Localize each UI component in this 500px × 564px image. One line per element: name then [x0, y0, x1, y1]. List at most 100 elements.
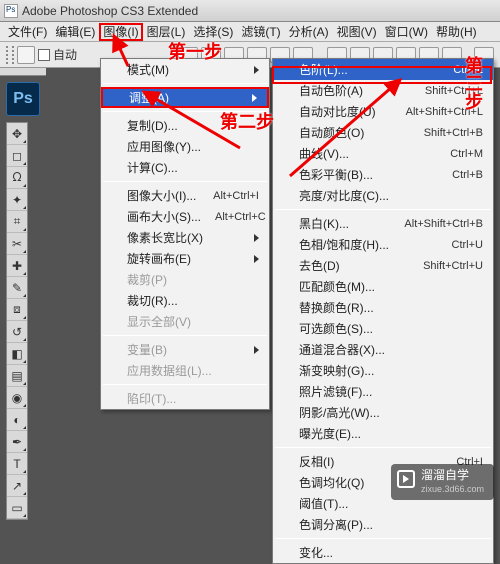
tool-stamp[interactable]: ⧈	[7, 299, 27, 321]
menu-item-label: 阈值(T)...	[299, 495, 348, 512]
tool-crop[interactable]: ⌗	[7, 211, 27, 233]
shortcut-label: Alt+Ctrl+I	[199, 190, 259, 202]
menu-item-label: 色阶(L)...	[299, 61, 348, 78]
grip-icon	[6, 46, 14, 64]
watermark-line2: zixue.3d66.com	[421, 482, 484, 496]
menu-item[interactable]: 应用图像(Y)...	[101, 136, 269, 157]
tool-type[interactable]: T	[7, 453, 27, 475]
shortcut-label: Ctrl+U	[438, 239, 483, 251]
menu-item-label: 匹配颜色(M)...	[299, 278, 375, 295]
menu-item-label: 陷印(T)...	[127, 390, 176, 407]
tool-move[interactable]: ✥	[7, 123, 27, 145]
tool-slice[interactable]: ✂	[7, 233, 27, 255]
menu-item[interactable]: 画布大小(S)...Alt+Ctrl+C	[101, 206, 269, 227]
separator	[103, 83, 267, 84]
menu-item[interactable]: 匹配颜色(M)...	[273, 276, 493, 297]
shortcut-label: Shift+Ctrl+B	[410, 127, 483, 139]
menu-item[interactable]: 渐变映射(G)...	[273, 360, 493, 381]
menu-文件(F)[interactable]: 文件(F)	[4, 23, 51, 41]
menu-item: 显示全部(V)	[101, 311, 269, 332]
menu-item[interactable]: 自动颜色(O)Shift+Ctrl+B	[273, 122, 493, 143]
tool-marquee[interactable]: ◻	[7, 145, 27, 167]
titlebar: Adobe Photoshop CS3 Extended	[0, 0, 500, 22]
menu-item[interactable]: 像素长宽比(X)	[101, 227, 269, 248]
tool-dodge[interactable]: ◐	[7, 409, 27, 431]
menu-图像(I)[interactable]: 图像(I)	[99, 23, 142, 41]
menu-item-label: 复制(D)...	[127, 117, 178, 134]
shortcut-label: Ctrl+L	[439, 64, 483, 76]
menu-帮助(H)[interactable]: 帮助(H)	[432, 23, 481, 41]
menu-item[interactable]: 色彩平衡(B)...Ctrl+B	[273, 164, 493, 185]
menu-item-label: 自动色阶(A)	[299, 82, 363, 99]
menu-item-label: 色调分离(P)...	[299, 516, 373, 533]
menu-图层(L)[interactable]: 图层(L)	[143, 23, 190, 41]
menu-item-label: 曲线(V)...	[299, 145, 349, 162]
menu-item[interactable]: 模式(M)	[101, 59, 269, 80]
submenu-arrow-icon	[254, 255, 259, 263]
menu-item[interactable]: 调整(A)	[101, 87, 269, 108]
menu-分析(A)[interactable]: 分析(A)	[285, 23, 333, 41]
menu-item-label: 裁剪(P)	[127, 271, 167, 288]
shortcut-label: Alt+Ctrl+C	[201, 211, 266, 223]
tool-wand[interactable]: ✦	[7, 189, 27, 211]
menu-item[interactable]: 计算(C)...	[101, 157, 269, 178]
menu-item[interactable]: 可选颜色(S)...	[273, 318, 493, 339]
ps-logo-icon: Ps	[6, 82, 40, 116]
menu-item[interactable]: 照片滤镜(F)...	[273, 381, 493, 402]
menu-item-label: 变量(B)	[127, 341, 167, 358]
menu-视图(V)[interactable]: 视图(V)	[333, 23, 381, 41]
tool-lasso[interactable]: ᘯ	[7, 167, 27, 189]
menu-item[interactable]: 复制(D)...	[101, 115, 269, 136]
menu-item[interactable]: 黑白(K)...Alt+Shift+Ctrl+B	[273, 213, 493, 234]
menu-item: 变量(B)	[101, 339, 269, 360]
submenu-arrow-icon	[254, 234, 259, 242]
tool-history[interactable]: ↺	[7, 321, 27, 343]
menu-item[interactable]: 阴影/高光(W)...	[273, 402, 493, 423]
menu-选择(S)[interactable]: 选择(S)	[189, 23, 237, 41]
menu-item-label: 应用数据组(L)...	[127, 362, 212, 379]
tool-blur[interactable]: ◉	[7, 387, 27, 409]
menu-item-label: 照片滤镜(F)...	[299, 383, 372, 400]
menu-编辑(E)[interactable]: 编辑(E)	[51, 23, 99, 41]
menu-item[interactable]: 旋转画布(E)	[101, 248, 269, 269]
menu-item[interactable]: 替换颜色(R)...	[273, 297, 493, 318]
menu-item[interactable]: 自动对比度(U) Alt+Shift+Ctrl+L	[273, 101, 493, 122]
menu-item[interactable]: 色相/饱和度(H)...Ctrl+U	[273, 234, 493, 255]
menu-item: 陷印(T)...	[101, 388, 269, 409]
tool-pen[interactable]: ✒	[7, 431, 27, 453]
menu-item[interactable]: 去色(D)Shift+Ctrl+U	[273, 255, 493, 276]
menu-item[interactable]: 曲线(V)...Ctrl+M	[273, 143, 493, 164]
menu-item[interactable]: 色阶(L)... Ctrl+L	[273, 59, 493, 80]
menu-item[interactable]: 色调分离(P)...	[273, 514, 493, 535]
tool-eraser[interactable]: ◧	[7, 343, 27, 365]
auto-checkbox[interactable]	[38, 49, 50, 61]
submenu-arrow-icon	[254, 66, 259, 74]
menu-item[interactable]: 亮度/对比度(C)...	[273, 185, 493, 206]
shortcut-label: Alt+Shift+Ctrl+L	[392, 106, 483, 118]
menu-窗口(W)[interactable]: 窗口(W)	[381, 23, 432, 41]
tool-preset-button[interactable]	[17, 46, 35, 64]
shortcut-label: Shift+Ctrl+L	[411, 85, 483, 97]
separator	[103, 111, 267, 112]
menu-item[interactable]: 变化...	[273, 542, 493, 563]
menu-item-label: 自动对比度(U)	[299, 103, 376, 120]
toolbox: ✥◻ᘯ✦⌗✂✚✎⧈↺◧▤◉◐✒T↗▭	[6, 122, 28, 520]
menubar: 文件(F)编辑(E)图像(I)图层(L)选择(S)滤镜(T)分析(A)视图(V)…	[0, 22, 500, 42]
menu-item[interactable]: 自动色阶(A) Shift+Ctrl+L	[273, 80, 493, 101]
separator	[275, 447, 491, 448]
separator	[103, 335, 267, 336]
menu-item[interactable]: 通道混合器(X)...	[273, 339, 493, 360]
menu-item[interactable]: 裁切(R)...	[101, 290, 269, 311]
tool-path[interactable]: ↗	[7, 475, 27, 497]
menu-滤镜(T)[interactable]: 滤镜(T)	[237, 23, 284, 41]
menu-item[interactable]: 图像大小(I)...Alt+Ctrl+I	[101, 185, 269, 206]
tool-gradient[interactable]: ▤	[7, 365, 27, 387]
menu-item-label: 显示全部(V)	[127, 313, 191, 330]
separator	[103, 181, 267, 182]
menu-item-label: 色调均化(Q)	[299, 474, 364, 491]
tool-brush[interactable]: ✎	[7, 277, 27, 299]
menu-item[interactable]: 曝光度(E)...	[273, 423, 493, 444]
menu-item-label: 通道混合器(X)...	[299, 341, 385, 358]
tool-heal[interactable]: ✚	[7, 255, 27, 277]
tool-shape[interactable]: ▭	[7, 497, 27, 519]
